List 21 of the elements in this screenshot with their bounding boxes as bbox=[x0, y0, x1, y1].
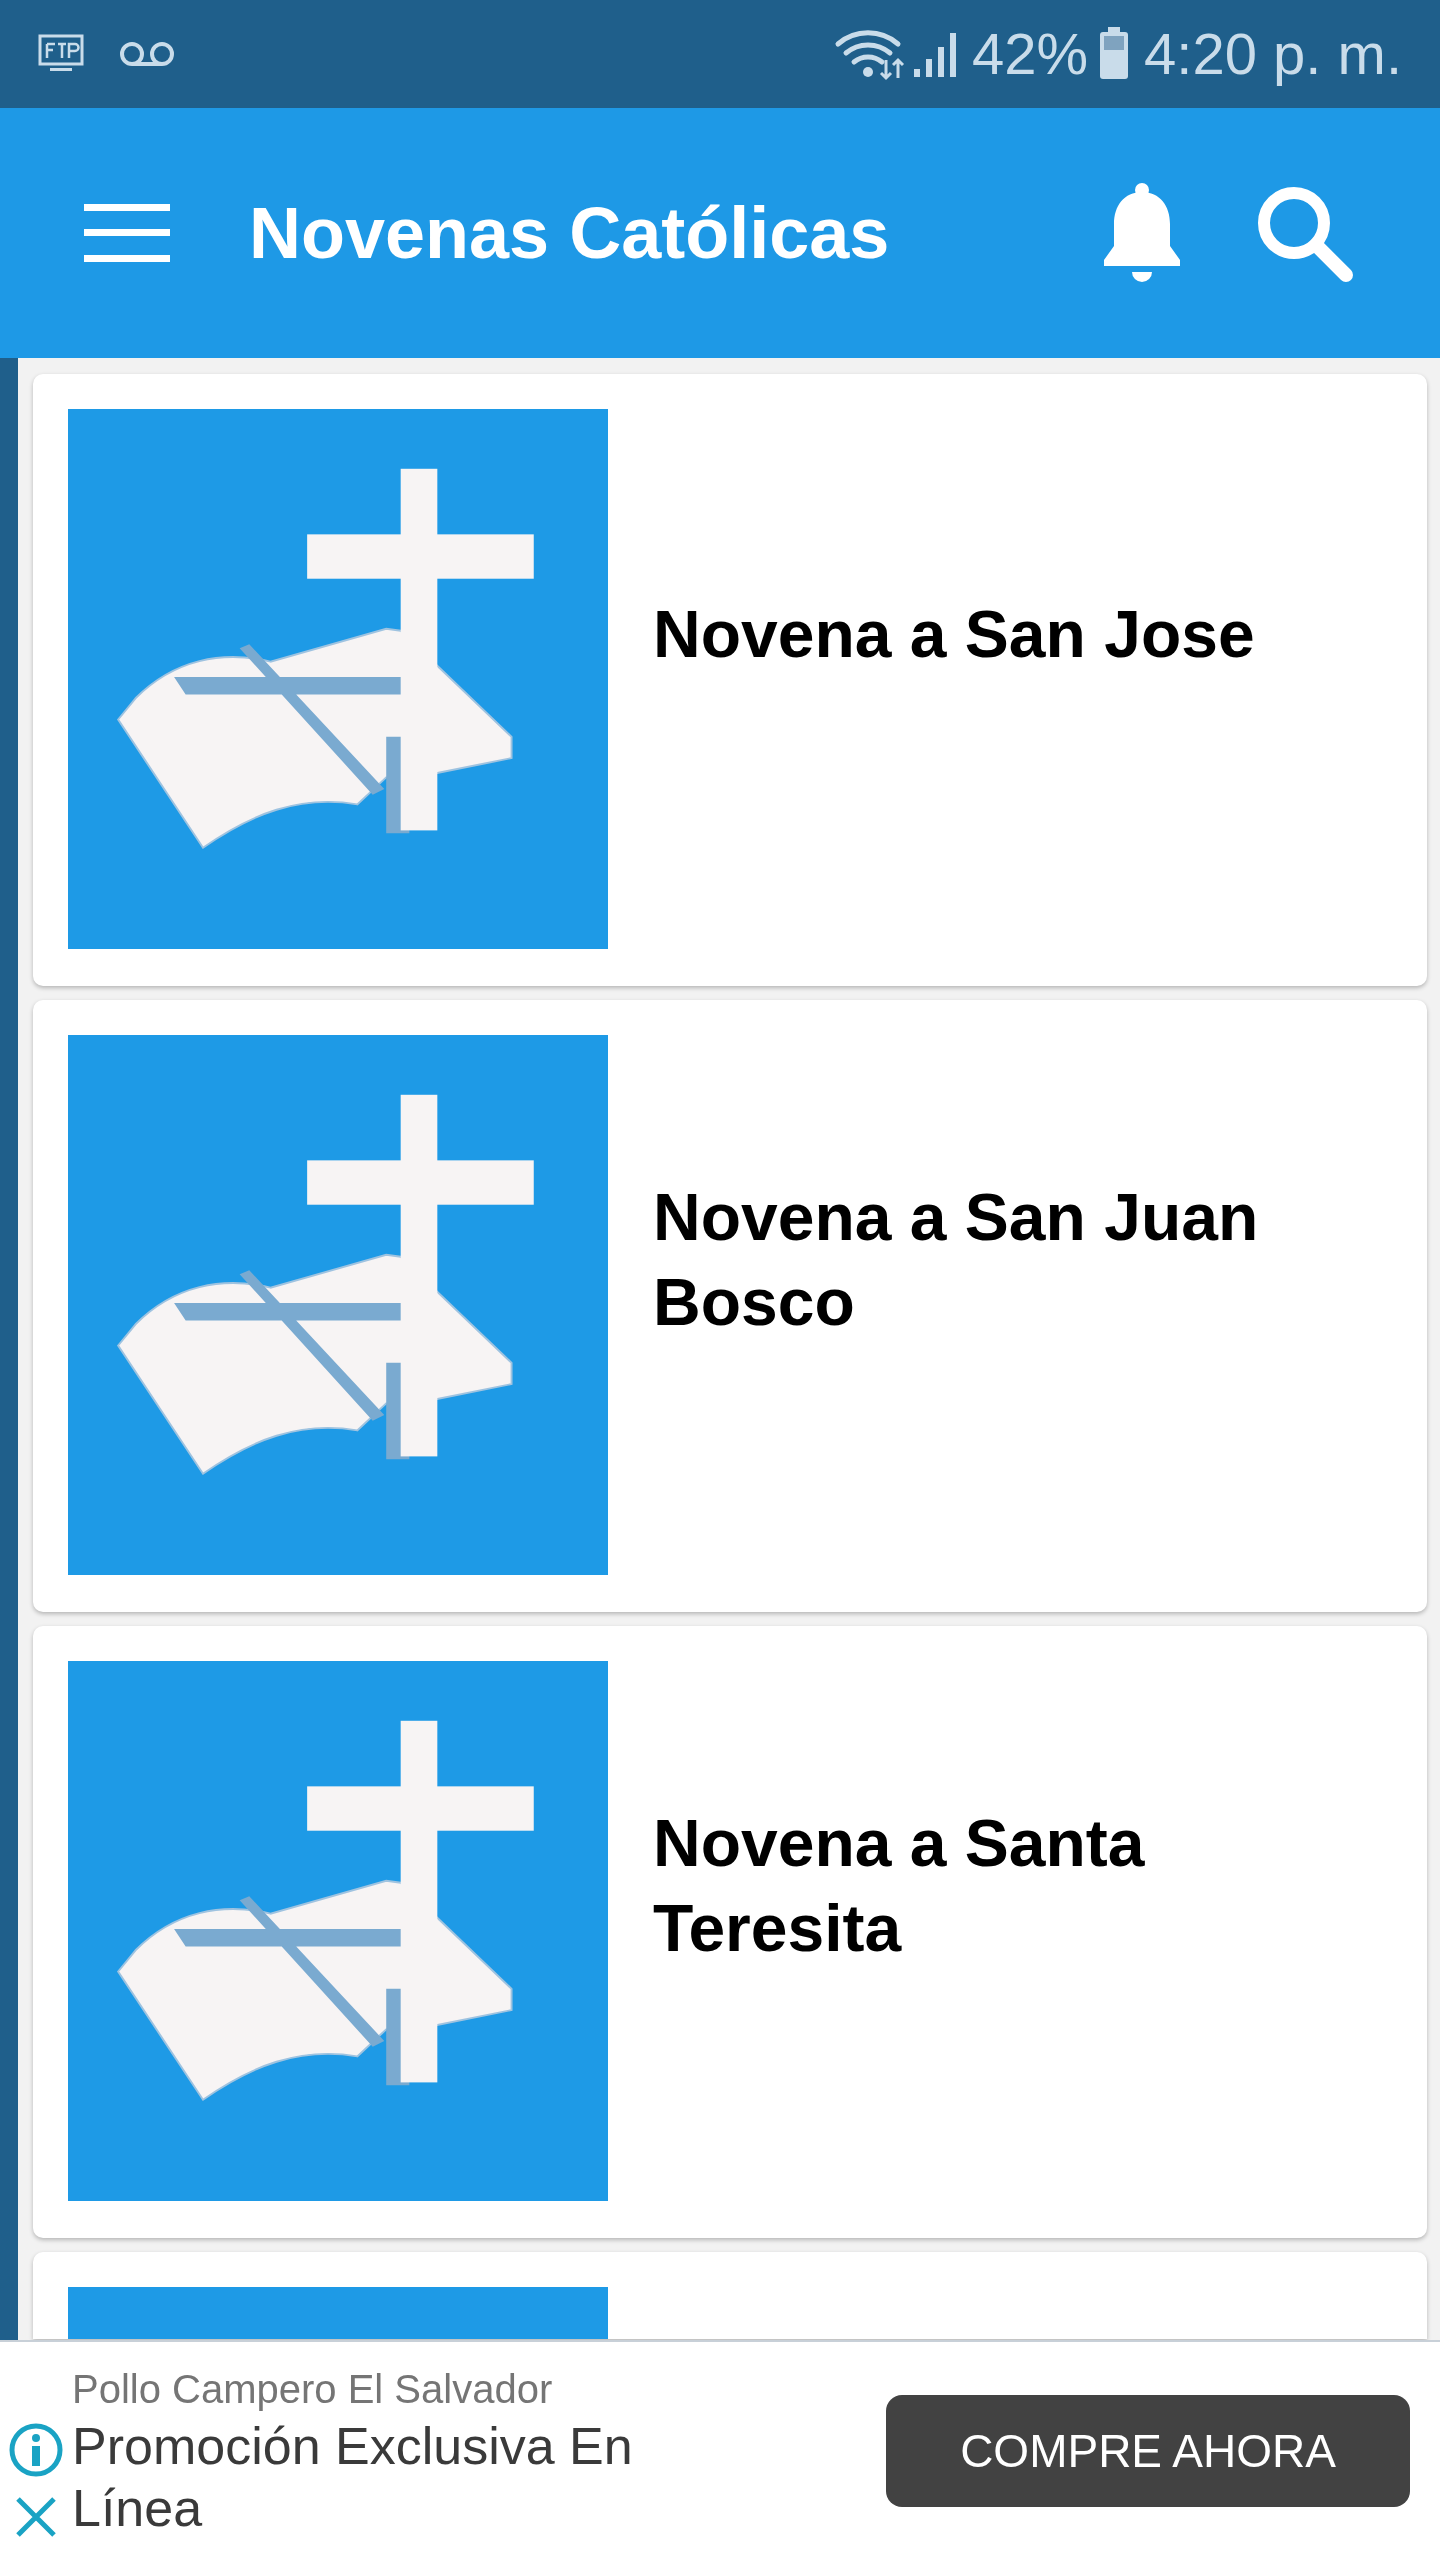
ftp-icon bbox=[38, 34, 84, 74]
menu-icon bbox=[84, 202, 170, 264]
battery-icon bbox=[1098, 27, 1131, 81]
book-cross-icon bbox=[68, 409, 608, 949]
novena-card[interactable]: Novena a San Juan Bosco bbox=[33, 1000, 1427, 1612]
novena-card[interactable]: Novena a Santa Teresita bbox=[33, 1626, 1427, 2238]
novena-card[interactable] bbox=[33, 2252, 1427, 2339]
info-icon[interactable] bbox=[9, 2423, 63, 2477]
app-title: Novenas Católicas bbox=[249, 192, 890, 275]
advertiser-name: Pollo Campero El Salvador bbox=[72, 2366, 554, 2413]
novena-title: Novena a Santa Teresita bbox=[653, 1805, 1146, 1967]
novena-title: Novena a San Juan Bosco bbox=[653, 1179, 1260, 1341]
book-cross-icon bbox=[68, 1661, 608, 2201]
battery-percent: 42% bbox=[972, 25, 1089, 83]
buy-now-button[interactable]: COMPRE AHORA bbox=[886, 2395, 1410, 2507]
novena-title: Novena a San Jose bbox=[653, 595, 1255, 673]
voicemail-icon bbox=[118, 40, 176, 68]
close-icon[interactable] bbox=[14, 2495, 58, 2539]
novena-card[interactable]: Novena a San Jose bbox=[33, 374, 1427, 986]
ad-headline: Promoción Exclusiva En Línea bbox=[72, 2416, 634, 2539]
book-cross-icon bbox=[68, 1035, 608, 1575]
